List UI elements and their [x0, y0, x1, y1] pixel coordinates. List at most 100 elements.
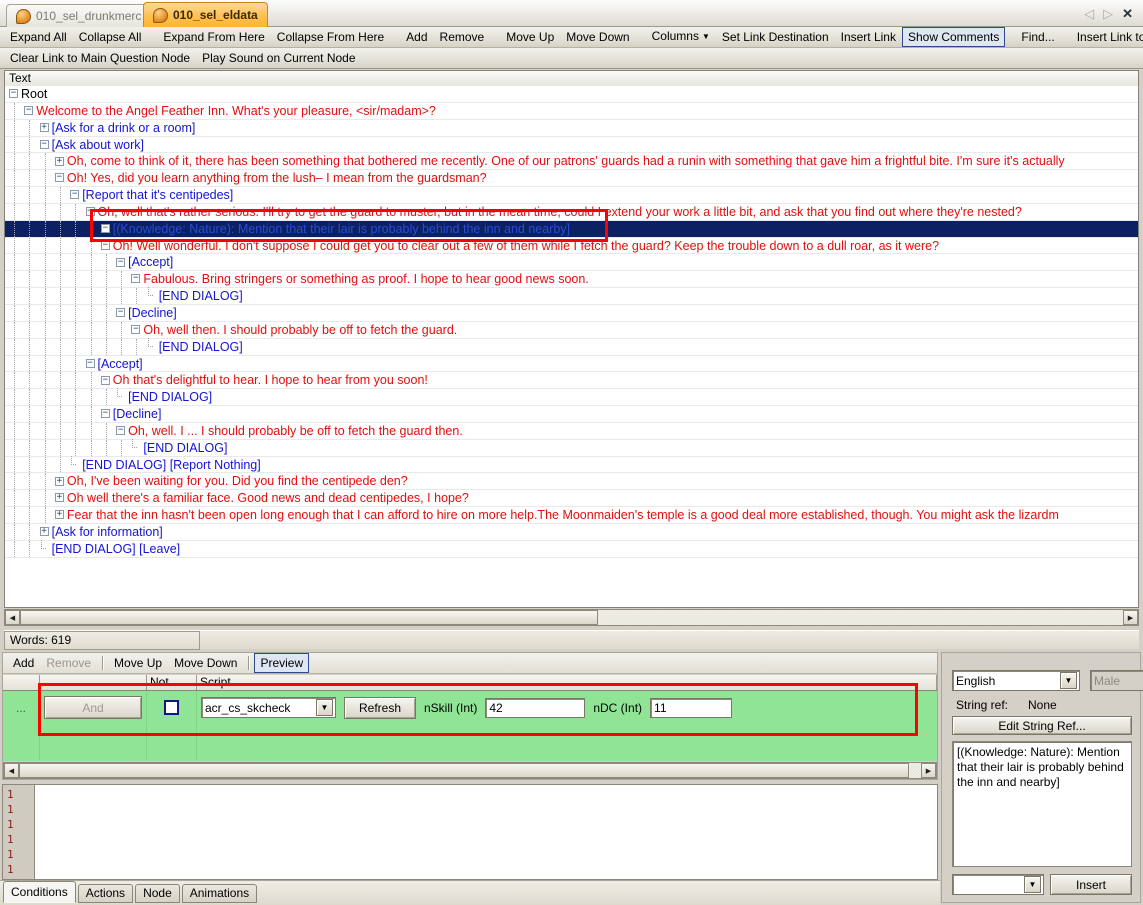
- operator-cell[interactable]: And: [40, 691, 147, 724]
- tree-row[interactable]: [END DIALOG] [Leave]: [5, 539, 1138, 558]
- next-tab-icon[interactable]: ▷: [1103, 7, 1113, 20]
- toolbar-button-find[interactable]: Find...: [1015, 27, 1060, 47]
- toolbar-button-clear-link-to-main-question-node[interactable]: Clear Link to Main Question Node: [4, 48, 196, 68]
- toolbar-button-play-sound-on-current-node[interactable]: Play Sound on Current Node: [196, 48, 361, 68]
- scroll-right-icon[interactable]: ▶: [1123, 610, 1138, 625]
- scroll-left-icon[interactable]: ◀: [5, 610, 20, 625]
- collapse-icon[interactable]: −: [100, 375, 110, 385]
- node-text-editor[interactable]: [(Knowledge: Nature): Mention that their…: [952, 741, 1132, 867]
- collapse-icon[interactable]: −: [100, 240, 110, 250]
- tree-row[interactable]: + [Ask for information]: [5, 523, 1138, 541]
- chevron-down-icon[interactable]: ▼: [1060, 672, 1077, 689]
- tree-row[interactable]: − [Accept]: [5, 254, 1138, 272]
- document-tab-eldata[interactable]: 010_sel_eldata: [143, 2, 268, 27]
- condition-row-empty[interactable]: [3, 724, 937, 760]
- toolbar-button-collapse-from-here[interactable]: Collapse From Here: [271, 27, 390, 47]
- collapse-icon[interactable]: −: [9, 89, 18, 99]
- collapse-icon[interactable]: −: [100, 223, 110, 233]
- collapse-icon[interactable]: −: [116, 308, 126, 318]
- row-selector-cell[interactable]: ...: [3, 691, 40, 724]
- toolbar-button-columns[interactable]: Columns ▼: [646, 26, 716, 48]
- collapse-icon[interactable]: −: [85, 207, 95, 217]
- tree-horizontal-scrollbar[interactable]: ◀ ▶: [4, 609, 1139, 626]
- tree-row[interactable]: + Oh, come to think of it, there has been…: [5, 153, 1138, 171]
- tree-row[interactable]: − Root: [5, 86, 1138, 103]
- collapse-icon[interactable]: −: [131, 325, 141, 335]
- collapse-icon[interactable]: −: [70, 190, 80, 200]
- tree-row[interactable]: [END DIALOG] [Report Nothing]: [5, 455, 1138, 474]
- tree-row[interactable]: − Oh! Well wonderful. I don't suppose I c…: [5, 237, 1138, 255]
- scroll-track[interactable]: [20, 610, 1123, 625]
- toolbar-button-move-up[interactable]: Move Up: [500, 27, 560, 47]
- tree-row[interactable]: − [Decline]: [5, 406, 1138, 423]
- toolbar-button-remove[interactable]: Remove: [434, 27, 491, 47]
- collapse-icon[interactable]: −: [24, 106, 34, 116]
- tree-row[interactable]: [END DIALOG]: [5, 287, 1138, 305]
- grid-header-script[interactable]: Script: [197, 675, 937, 690]
- tree-row[interactable]: [END DIALOG]: [5, 337, 1138, 356]
- toolbar-button-add[interactable]: Add: [400, 27, 433, 47]
- expand-icon[interactable]: +: [54, 476, 64, 486]
- bottom-tab-conditions[interactable]: Conditions: [3, 881, 76, 903]
- ndc-input[interactable]: 11: [650, 697, 733, 718]
- collapse-icon[interactable]: −: [54, 173, 64, 183]
- bottom-tab-actions[interactable]: Actions: [77, 884, 134, 903]
- token-combo[interactable]: ▼: [952, 874, 1044, 895]
- tree-row[interactable]: − Oh that's delightful to hear. I hope to…: [5, 372, 1138, 390]
- scroll-right-icon[interactable]: ▶: [921, 763, 936, 778]
- collapse-icon[interactable]: −: [116, 257, 126, 267]
- not-cell[interactable]: [147, 691, 197, 724]
- close-icon[interactable]: ✕: [1122, 7, 1133, 20]
- insert-button[interactable]: Insert: [1050, 874, 1132, 895]
- toolbar-button-collapse-all[interactable]: Collapse All: [73, 27, 148, 47]
- chevron-down-icon[interactable]: ▼: [702, 32, 710, 41]
- toolbar-button-move-down[interactable]: Move Down: [560, 27, 635, 47]
- toolbar-button-show-comments[interactable]: Show Comments: [901, 27, 1006, 47]
- collapse-icon[interactable]: −: [39, 139, 49, 149]
- toolbar-button-expand-from-here[interactable]: Expand From Here: [157, 27, 270, 47]
- toolbar-button-move-up[interactable]: Move Up: [108, 653, 168, 673]
- tree-row[interactable]: − Welcome to the Angel Feather Inn. What'…: [5, 102, 1138, 120]
- tree-row[interactable]: − [Accept]: [5, 355, 1138, 373]
- refresh-button[interactable]: Refresh: [344, 696, 416, 719]
- operator-cell[interactable]: [40, 724, 147, 760]
- tree-row[interactable]: + Fear that the inn hasn't been open long…: [5, 507, 1138, 524]
- and-button[interactable]: And: [44, 696, 142, 719]
- row-selector-cell[interactable]: [3, 724, 40, 760]
- tree-row[interactable]: [END DIALOG]: [5, 438, 1138, 457]
- expand-icon[interactable]: +: [54, 493, 64, 503]
- condition-row[interactable]: ... And acr_cs_skcheck ▼ Refresh nSkill …: [3, 691, 937, 724]
- conditions-grid-body[interactable]: ... And acr_cs_skcheck ▼ Refresh nSkill …: [3, 691, 937, 761]
- tree-column-header[interactable]: Text: [4, 70, 1139, 87]
- bottom-tab-node[interactable]: Node: [135, 884, 180, 903]
- tree-row[interactable]: + Oh well there's a familiar face. Good n…: [5, 490, 1138, 508]
- tree-row[interactable]: − [Report that it's centipedes]: [5, 187, 1138, 204]
- script-cell[interactable]: acr_cs_skcheck ▼ Refresh nSkill (Int) 42…: [197, 691, 937, 724]
- not-cell[interactable]: [147, 724, 197, 760]
- nskill-input[interactable]: 42: [485, 697, 586, 718]
- grid-header-operator[interactable]: [40, 675, 147, 690]
- dialog-tree[interactable]: − Root − Welcome to the Angel Feather Inn. …: [4, 86, 1139, 608]
- toolbar-button-expand-all[interactable]: Expand All: [4, 27, 73, 47]
- collapse-icon[interactable]: −: [116, 426, 126, 436]
- prev-tab-icon[interactable]: ◁: [1084, 7, 1094, 20]
- script-editor[interactable]: 1 1 1 1 1 1: [2, 784, 938, 880]
- toolbar-button-remove[interactable]: Remove: [40, 653, 97, 673]
- toolbar-button-insert-link-to-main-question-node[interactable]: Insert Link to Main Question Node: [1071, 27, 1143, 47]
- tree-row[interactable]: − Oh, well then. I should probably be off…: [5, 321, 1138, 339]
- code-area[interactable]: [35, 785, 937, 879]
- scroll-track[interactable]: [19, 763, 921, 778]
- grid-header-selector[interactable]: [3, 675, 40, 690]
- expand-icon[interactable]: +: [39, 122, 49, 132]
- toolbar-button-add[interactable]: Add: [7, 653, 40, 673]
- tree-row[interactable]: − Oh, well. I ... I should probably be of…: [5, 422, 1138, 440]
- tree-row[interactable]: + [Ask for a drink or a room]: [5, 119, 1138, 137]
- grid-header-not[interactable]: Not: [147, 675, 197, 690]
- collapse-icon[interactable]: −: [100, 409, 110, 419]
- tree-row[interactable]: − Oh! Yes, did you learn anything from th…: [5, 170, 1138, 188]
- toolbar-button-preview[interactable]: Preview: [254, 653, 310, 673]
- gender-combo[interactable]: Male: [1090, 670, 1143, 691]
- tree-row-selected[interactable]: − [(Knowledge: Nature): Mention that thei…: [5, 220, 1138, 238]
- scroll-left-icon[interactable]: ◀: [4, 763, 19, 778]
- script-combo[interactable]: acr_cs_skcheck ▼: [201, 697, 336, 718]
